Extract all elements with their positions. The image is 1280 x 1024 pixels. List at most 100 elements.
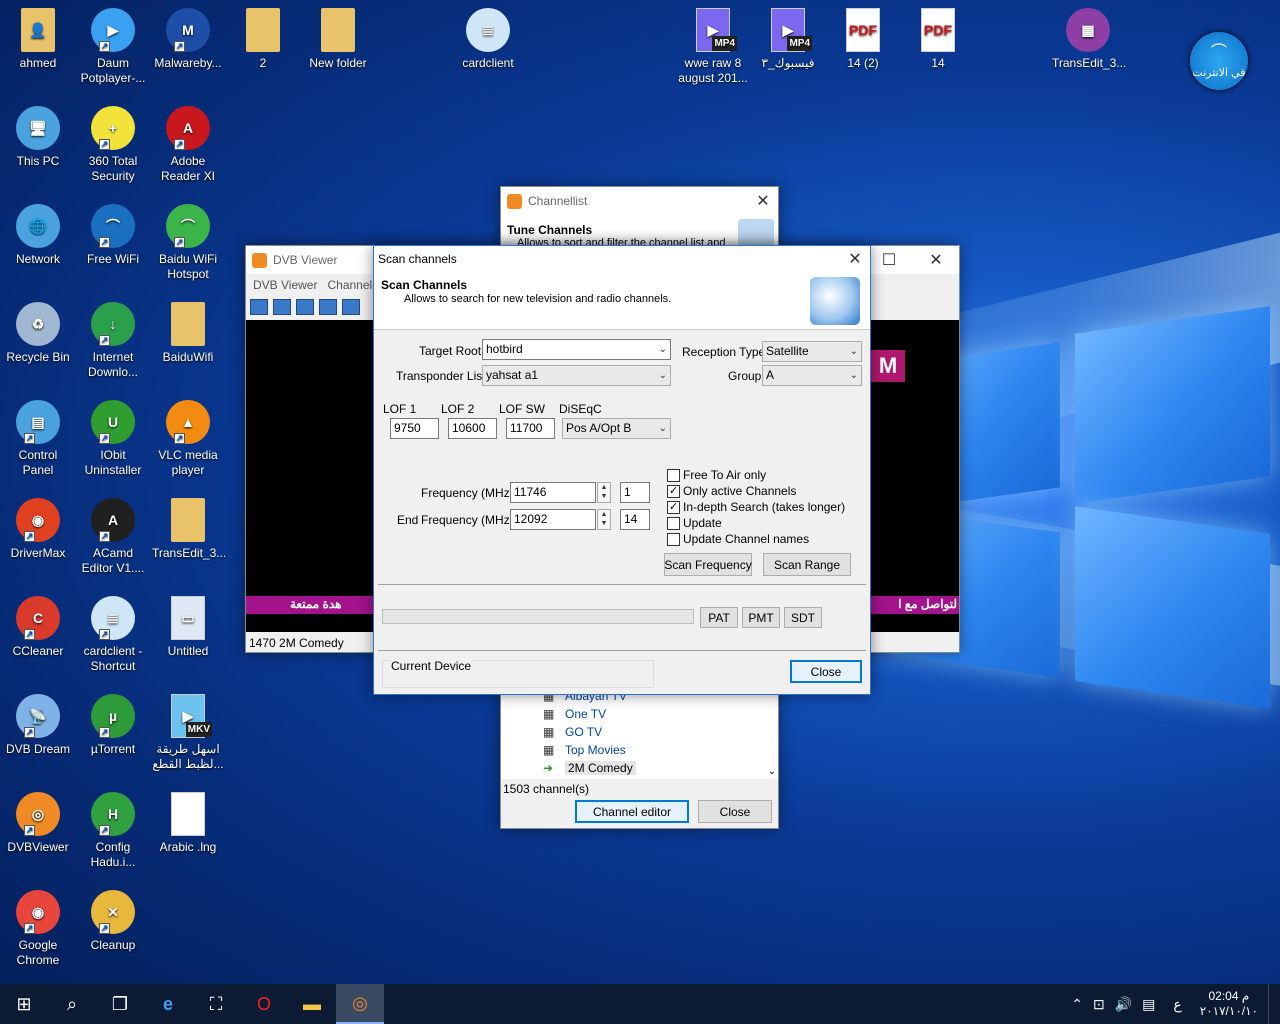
desktop-icon[interactable]: ↓ ↗ Internet Downlo... <box>75 302 151 380</box>
desktop-icon[interactable]: 👤 ahmed <box>0 8 76 71</box>
desktop-icon[interactable]: + ↗ 360 Total Security <box>75 106 151 184</box>
channellist-close-button[interactable]: Close <box>698 800 772 823</box>
lof2-input[interactable]: 10600 <box>448 418 497 439</box>
dvbviewer-taskbar-icon[interactable]: ◎ <box>336 984 384 1024</box>
desktop-icon[interactable]: New folder <box>300 8 376 71</box>
desktop-icon[interactable]: C ↗ CCleaner <box>0 596 76 659</box>
volume-icon[interactable]: 🔊 <box>1115 996 1132 1013</box>
list-item[interactable]: ➜ 2M Comedy <box>501 759 778 777</box>
desktop-icon[interactable]: ≣ ↗ cardclient - Shortcut <box>75 596 151 674</box>
checkmark-icon[interactable]: ✓ <box>667 484 680 498</box>
navigate-icon[interactable] <box>273 299 291 315</box>
desktop-icon[interactable]: ◉ ↗ DriverMax <box>0 498 76 561</box>
list-item[interactable]: ▦ GO TV <box>501 723 778 741</box>
end-frequency-input[interactable]: 12092 <box>510 509 596 530</box>
channel-editor-button[interactable]: Channel editor <box>575 800 689 823</box>
desktop-icon[interactable]: A ↗ ACamd Editor V1.... <box>75 498 151 576</box>
desktop-icon[interactable]: ▶ MKV اسهل طريقة لظبط القطع... <box>150 694 226 772</box>
fullscreen-icon[interactable] <box>250 299 268 315</box>
checkbox-option[interactable]: Free To Air only <box>667 468 766 482</box>
scan-titlebar[interactable]: Scan channels <box>374 246 870 272</box>
pmt-button[interactable]: PMT <box>742 607 780 628</box>
list-item[interactable]: ▦ Top Movies <box>501 741 778 759</box>
desktop-icon[interactable]: ▦ TransEdit_3... <box>1050 8 1126 71</box>
desktop-icon[interactable]: H ↗ Config Hadu.i... <box>75 792 151 870</box>
scrollbar-down-arrow[interactable]: ⌄ <box>768 766 776 777</box>
desktop-icon[interactable]: µ ↗ µTorrent <box>75 694 151 757</box>
desktop-icon[interactable]: ▲ ↗ VLC media player <box>150 400 226 478</box>
frequency-index[interactable]: 1 <box>620 482 650 503</box>
group-combo[interactable]: A ⌄ <box>762 365 862 386</box>
desktop-icon[interactable]: ▶ MP4 wwe raw 8 august 201... <box>675 8 751 86</box>
windows-start-icon[interactable]: ⊞ <box>0 984 48 1024</box>
end-frequency-spinner[interactable]: ▲ ▼ <box>597 509 611 530</box>
chevron-up-icon[interactable]: ⌃ <box>1071 996 1083 1013</box>
epg-icon[interactable] <box>342 299 360 315</box>
desktop-icon[interactable]: M ↗ Malwareby... <box>150 8 226 71</box>
scan-range-button[interactable]: Scan Range <box>763 553 851 576</box>
desktop-icon[interactable]: Arabic .lng <box>150 792 226 855</box>
desktop-icon[interactable]: 2 <box>225 8 301 71</box>
desktop-icon[interactable]: BaiduWifi <box>150 302 226 365</box>
menu-channel[interactable]: Channel <box>324 276 375 296</box>
close-icon[interactable]: ✕ <box>840 246 870 272</box>
action-center-icon[interactable]: ▤ <box>1142 996 1155 1013</box>
desktop-icon[interactable]: 🖥 This PC <box>0 106 76 169</box>
maximize-icon[interactable]: ☐ <box>874 246 904 274</box>
scan-frequency-button[interactable]: Scan Frequency <box>664 553 752 576</box>
network-widget[interactable]: ⌒ في الانترنت <box>1190 32 1248 90</box>
desktop-icon[interactable]: ◎ ↗ DVBViewer <box>0 792 76 855</box>
desktop-icon[interactable]: U ↗ IObit Uninstaller <box>75 400 151 478</box>
checkbox-option[interactable]: Update <box>667 516 722 530</box>
checkbox-empty[interactable] <box>667 516 680 530</box>
desktop-icon[interactable]: ⌒ ↗ Baidu WiFi Hotspot <box>150 204 226 282</box>
lofsw-input[interactable]: 11700 <box>506 418 555 439</box>
desktop-icon[interactable]: ◉ ↗ Google Chrome <box>0 890 76 968</box>
channellist-titlebar[interactable]: Channellist <box>501 187 778 215</box>
sdt-button[interactable]: SDT <box>784 607 822 628</box>
close-icon[interactable]: ✕ <box>921 246 951 274</box>
desktop-icon[interactable]: A ↗ Adobe Reader XI <box>150 106 226 184</box>
frequency-input[interactable]: 11746 <box>510 482 596 503</box>
desktop-icon[interactable]: PDF 14 <box>900 8 976 71</box>
record-icon[interactable] <box>296 299 314 315</box>
lof1-input[interactable]: 9750 <box>390 418 439 439</box>
task-view-icon[interactable]: ❐ <box>96 984 144 1024</box>
frequency-spinner[interactable]: ▲ ▼ <box>597 482 611 503</box>
desktop-icon[interactable]: 📡 ↗ DVB Dream <box>0 694 76 757</box>
desktop-icon[interactable]: PDF 14 (2) <box>825 8 901 71</box>
menu-dvbviewer[interactable]: DVB Viewer <box>246 276 324 296</box>
network-tray-icon[interactable]: ⊡ <box>1093 996 1105 1013</box>
checkbox-empty[interactable] <box>667 468 680 482</box>
desktop-icon[interactable]: TransEdit_3... <box>150 498 226 561</box>
search-icon[interactable]: ⌕ <box>48 984 96 1024</box>
clock[interactable]: 02:04 م ٢٠١٧/١٠/١٠ <box>1200 989 1258 1019</box>
desktop-icon[interactable]: ≣ cardclient <box>450 8 526 71</box>
opera-icon[interactable]: O <box>240 984 288 1024</box>
desktop-icon[interactable]: ▶ MP4 فيسبوك_٣ <box>750 8 826 71</box>
show-desktop-strip[interactable] <box>1268 984 1272 1024</box>
checkbox-option[interactable]: Update Channel names <box>667 532 809 546</box>
close-button[interactable]: Close <box>790 660 862 683</box>
diseqc-combo[interactable]: Pos A/Opt B ⌄ <box>562 418 671 439</box>
store-icon[interactable]: ⛶ <box>192 984 240 1024</box>
desktop-icon[interactable]: 🌐 Network <box>0 204 76 267</box>
list-item[interactable]: ▦ One TV <box>501 705 778 723</box>
close-icon[interactable]: ✕ <box>748 187 778 215</box>
desktop-icon[interactable]: ▭ Untitled <box>150 596 226 659</box>
language-indicator[interactable]: ع <box>1173 996 1181 1013</box>
file-explorer-icon[interactable]: ▬ <box>288 984 336 1024</box>
desktop-icon[interactable]: ⌒ ↗ Free WiFi <box>75 204 151 267</box>
channel-list[interactable]: ▦ Albayan TV ▦ One TV ▦ GO TV ▦ Top Movies ➜ 2M C… <box>501 693 778 779</box>
checkbox-option[interactable]: ✓ In-depth Search (takes longer) <box>667 500 845 514</box>
checkbox-empty[interactable] <box>667 532 680 546</box>
desktop-icon[interactable]: ▶ ↗ Daum Potplayer-... <box>75 8 151 86</box>
checkmark-icon[interactable]: ✓ <box>667 500 680 514</box>
checkbox-option[interactable]: ✓ Only active Channels <box>667 484 796 498</box>
desktop-icon[interactable]: ♻ Recycle Bin <box>0 302 76 365</box>
pat-button[interactable]: PAT <box>700 607 738 628</box>
end-frequency-index[interactable]: 14 <box>620 509 650 530</box>
transponder-list-combo[interactable]: yahsat a1 ⌄ <box>482 365 671 386</box>
desktop-icon[interactable]: ▤ ↗ Control Panel <box>0 400 76 478</box>
edge-icon[interactable]: e <box>144 984 192 1024</box>
